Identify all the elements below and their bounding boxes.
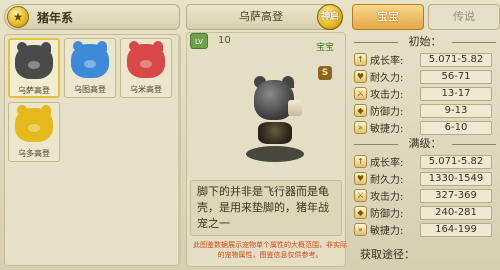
initial-attack-row: ⚔ 攻击力: 13-17 [354,86,498,101]
stat-label: 成长率: [370,56,404,67]
pet-avatar [15,105,53,142]
pet-card-wusa[interactable]: 乌萨高登 [8,38,60,98]
stat-value: 9-13 [420,103,492,118]
max-section-title: 满级： [352,136,498,152]
heart-icon: ♥ [354,70,367,83]
pet-name-header: 乌萨高登 [186,4,336,30]
stat-label: 攻击力: [370,90,404,101]
speed-icon: » [354,223,367,236]
stat-value: 164-199 [420,222,492,237]
series-title: 猪年系 [37,10,74,25]
pet-card-name: 乌图高登 [74,85,106,94]
initial-defense-row: ◆ 防御力: 9-13 [354,103,498,118]
pet-grid-scrollbar[interactable] [178,36,181,264]
sword-icon: ⚔ [354,189,367,202]
pet-card-wumi[interactable]: 乌米高登 [120,38,172,98]
pet-level: 10 [218,35,231,46]
growth-icon: ↑ [354,155,367,168]
initial-growth-row: ↑ 成长率: 5.071-5.82 [354,52,498,67]
stat-value: 13-17 [420,86,492,101]
stat-label: 攻击力: [370,192,404,203]
pig-series-icon: ★ [7,6,29,28]
max-agility-row: » 敏捷力: 164-199 [354,222,498,237]
shield-icon: ◆ [354,104,367,117]
grade-s-icon: S [318,66,332,80]
sword-icon: ⚔ [354,87,367,100]
max-attack-row: ⚔ 攻击力: 327-369 [354,188,498,203]
shield-icon: ◆ [354,206,367,219]
initial-section-title: 初始： [352,34,498,50]
initial-agility-row: » 敏捷力: 6-10 [354,120,498,135]
stats-panel: 初始： ↑ 成长率: 5.071-5.82 ♥ 耐久力: 56-71 ⚔ 攻击力… [352,32,498,268]
heart-icon: ♥ [354,172,367,185]
stat-label: 敏捷力: [370,226,404,237]
max-growth-row: ↑ 成长率: 5.071-5.82 [354,154,498,169]
tab-baobao[interactable]: 宝宝 [352,4,424,30]
stat-value: 5.071-5.82 [420,154,492,169]
pet-avatar [71,41,109,78]
stat-value: 240-281 [420,205,492,220]
stat-value: 5.071-5.82 [420,52,492,67]
stat-value: 327-369 [420,188,492,203]
acquire-method-label: 获取途径： [360,248,415,261]
stat-value: 6-10 [420,120,492,135]
pet-description: 脚下的并非是飞行器而是龟壳，是用来垫脚的，猪年战宠之一 [190,180,342,236]
pet-avatar [15,42,53,79]
pet-card-name: 乌萨高登 [18,86,50,95]
pet-card-name: 乌多高登 [18,149,50,158]
pet-model[interactable] [238,70,308,180]
max-defense-row: ◆ 防御力: 240-281 [354,205,498,220]
stat-label: 耐久力: [370,73,404,84]
stat-value: 1330-1549 [420,171,492,186]
series-header[interactable]: ★ 猪年系 [4,4,180,30]
pet-type-tag: 宝宝 [316,43,335,53]
max-durability-row: ♥ 耐久力: 1330-1549 [354,171,498,186]
stat-label: 耐久力: [370,175,404,186]
tab-legend[interactable]: 传说 [428,4,500,30]
pet-card-wuduo[interactable]: 乌多高登 [8,102,60,162]
disclaimer-note: 此图鉴数据展示宠物单个属性的大概范围，非实际的宠物属性，图鉴信息仅供参考。 [193,241,347,259]
stat-label: 防御力: [370,107,404,118]
stat-label: 防御力: [370,209,404,220]
pet-card-wutu[interactable]: 乌图高登 [64,38,116,98]
level-icon: LV [190,33,208,49]
pet-avatar [127,41,165,78]
speed-icon: » [354,121,367,134]
growth-icon: ↑ [354,53,367,66]
pet-card-name: 乌米高登 [130,85,162,94]
stat-value: 56-71 [420,69,492,84]
stat-label: 成长率: [370,158,404,169]
stat-label: 敏捷力: [370,124,404,135]
transform-button[interactable]: 神启 [317,4,343,30]
initial-durability-row: ♥ 耐久力: 56-71 [354,69,498,84]
